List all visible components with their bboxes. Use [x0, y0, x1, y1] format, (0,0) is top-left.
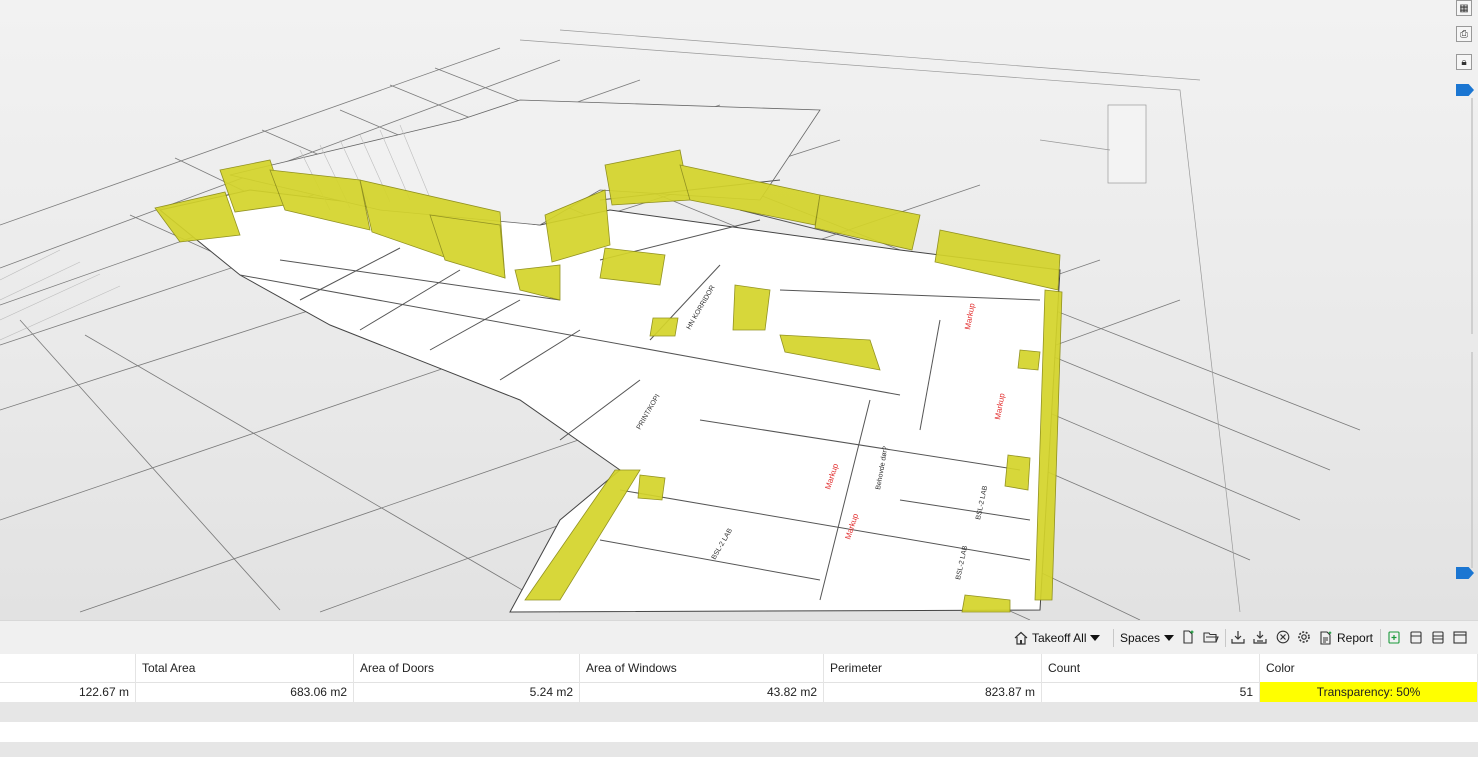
- slider-track-top: [1471, 98, 1473, 334]
- toolbar-divider: [1380, 629, 1381, 647]
- cell-perimeter: 823.87 m: [824, 682, 1042, 702]
- spaces-label: Spaces: [1120, 631, 1161, 645]
- cell-length: 122.67 m: [0, 682, 136, 702]
- layers-icon[interactable]: [1431, 630, 1445, 644]
- pdf-icon[interactable]: ⎙: [1456, 26, 1472, 42]
- column-header-color[interactable]: Color: [1260, 654, 1478, 682]
- floorplan-3d-view: Markup Markup Markup Markup HN KORRIDOR …: [0, 29, 1361, 620]
- toolbar-divider: [1113, 629, 1114, 647]
- column-header-perimeter[interactable]: Perimeter: [824, 654, 1042, 682]
- table-header: Total Area Area of Doors Area of Windows…: [0, 654, 1478, 683]
- report-icon: [1319, 631, 1333, 645]
- settings-icon[interactable]: [1297, 630, 1311, 644]
- spaces-dropdown[interactable]: Spaces: [1120, 628, 1175, 648]
- slider-track-bottom: [1471, 352, 1473, 568]
- cell-area-of-windows: 43.82 m2: [580, 682, 824, 702]
- add-layer-icon[interactable]: [1387, 630, 1401, 644]
- column-header-total-area[interactable]: Total Area: [136, 654, 354, 682]
- window-icon[interactable]: [1453, 630, 1467, 644]
- column-header-length[interactable]: [0, 654, 136, 682]
- new-document-icon[interactable]: [1181, 630, 1195, 644]
- layer-icon[interactable]: [1409, 630, 1423, 644]
- column-header-area-of-windows[interactable]: Area of Windows: [580, 654, 824, 682]
- split-view-icon[interactable]: ▦: [1456, 0, 1472, 16]
- home-icon: [1014, 631, 1028, 645]
- chevron-down-icon: [1164, 635, 1175, 641]
- takeoff-results-table: Total Area Area of Doors Area of Windows…: [0, 654, 1478, 757]
- slider-handle-bottom[interactable]: [1456, 567, 1474, 579]
- report-button[interactable]: Report: [1319, 628, 1373, 648]
- right-tool-strip: ▦ ⎙ 🔒︎: [1448, 0, 1478, 620]
- cell-total-area: 683.06 m2: [136, 682, 354, 702]
- import-icon[interactable]: [1253, 630, 1267, 644]
- slider-handle-top[interactable]: [1456, 84, 1474, 96]
- empty-row: [0, 742, 1478, 757]
- column-header-area-of-doors[interactable]: Area of Doors: [354, 654, 580, 682]
- report-label: Report: [1337, 631, 1374, 645]
- takeoff-all-dropdown[interactable]: Takeoff All: [1014, 628, 1101, 648]
- open-folder-icon[interactable]: [1203, 630, 1219, 644]
- cell-color[interactable]: Transparency: 50%: [1260, 682, 1478, 702]
- download-icon[interactable]: [1231, 630, 1245, 644]
- table-row[interactable]: 122.67 m 683.06 m2 5.24 m2 43.82 m2 823.…: [0, 682, 1478, 702]
- toolbar-divider: [1225, 629, 1226, 647]
- empty-row: [0, 702, 1478, 722]
- 3d-viewport[interactable]: Markup Markup Markup Markup HN KORRIDOR …: [0, 0, 1478, 620]
- takeoff-all-label: Takeoff All: [1032, 631, 1087, 645]
- lock-icon[interactable]: 🔒︎: [1456, 54, 1472, 70]
- cell-area-of-doors: 5.24 m2: [354, 682, 580, 702]
- cancel-icon[interactable]: [1276, 630, 1290, 644]
- takeoff-toolbar: Takeoff All Spaces Report: [0, 620, 1478, 655]
- chevron-down-icon: [1090, 635, 1101, 641]
- cell-count: 51: [1042, 682, 1260, 702]
- column-header-count[interactable]: Count: [1042, 654, 1260, 682]
